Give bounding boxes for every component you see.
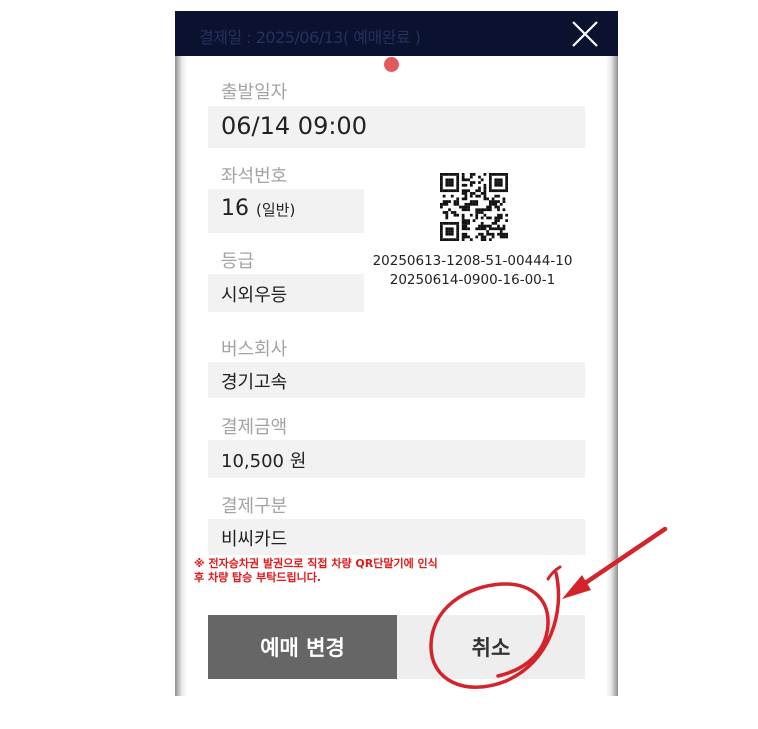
modal-left-shadow bbox=[175, 56, 187, 696]
grade-label: 등급 bbox=[221, 251, 255, 272]
seat-type: (일반) bbox=[256, 201, 296, 219]
departure-date-value: 06/14 09:00 bbox=[221, 112, 367, 140]
payment-type-label: 결제구분 bbox=[221, 496, 288, 517]
payment-type-value: 비씨카드 bbox=[221, 529, 288, 550]
cancel-button[interactable]: 취소 bbox=[397, 615, 585, 679]
bus-company-label: 버스회사 bbox=[221, 339, 288, 360]
seat-label: 좌석번호 bbox=[221, 166, 288, 187]
header-bar: 결제일 : 2025/06/13( 예매완료 ) bbox=[175, 11, 618, 56]
amount-label: 결제금액 bbox=[221, 417, 288, 438]
seat-number: 16 bbox=[221, 196, 249, 221]
qr-code-icon bbox=[440, 173, 508, 241]
indicator-dot bbox=[384, 57, 399, 72]
modal-right-shadow bbox=[606, 56, 618, 696]
ticket-code-1: 20250613-1208-51-00444-10 bbox=[372, 253, 573, 269]
close-icon[interactable] bbox=[570, 19, 600, 49]
notice-line-1: ※ 전자승차권 발권으로 직접 차량 QR단말기에 인식 bbox=[194, 557, 438, 570]
payment-date-title: 결제일 : 2025/06/13( 예매완료 ) bbox=[199, 28, 421, 47]
amount-value: 10,500 원 bbox=[221, 451, 307, 472]
ticket-code-2: 20250614-0900-16-00-1 bbox=[389, 272, 556, 288]
change-reservation-button[interactable]: 예매 변경 bbox=[208, 615, 397, 679]
notice-line-2: 후 차량 탑승 부탁드립니다. bbox=[194, 571, 321, 584]
bus-company-value: 경기고속 bbox=[221, 372, 288, 393]
ticket-detail-screen: 결제일 : 2025/06/13( 예매완료 ) 출발일자 06/14 09:0… bbox=[175, 11, 618, 696]
departure-date-label: 출발일자 bbox=[221, 82, 288, 103]
grade-value: 시외우등 bbox=[221, 285, 288, 306]
boarding-notice: ※ 전자승차권 발권으로 직접 차량 QR단말기에 인식 후 차량 탑승 부탁드… bbox=[194, 557, 494, 585]
seat-value-wrap: 16 (일반) bbox=[221, 196, 295, 221]
